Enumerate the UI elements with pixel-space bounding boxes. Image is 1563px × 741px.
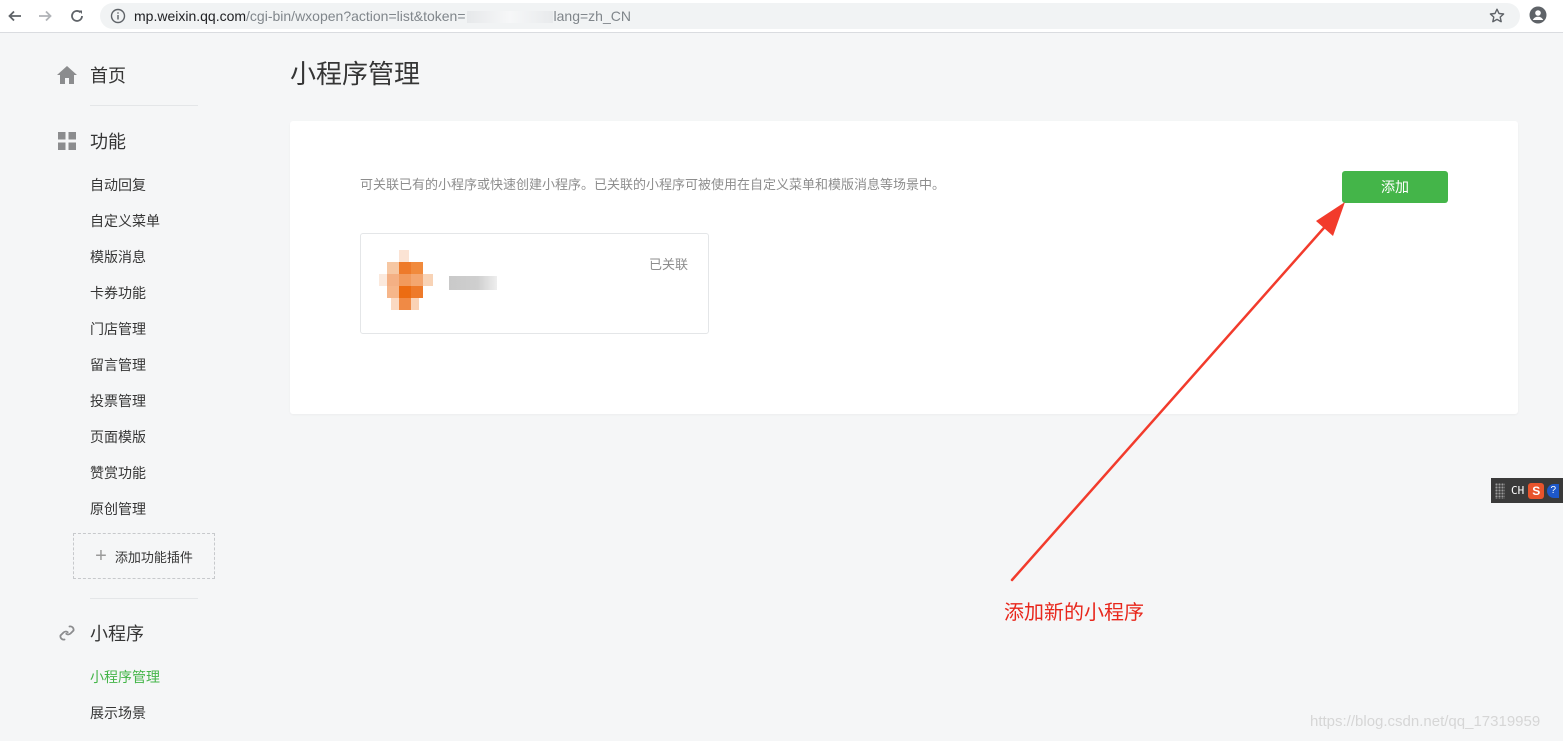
- sidebar-item-page-template[interactable]: 页面模版: [90, 427, 146, 447]
- sogou-logo-icon[interactable]: S: [1528, 482, 1545, 499]
- reload-icon: [71, 10, 83, 22]
- drag-handle-icon[interactable]: [1495, 482, 1505, 499]
- url-path: /cgi-bin/wxopen?action=list&token=: [246, 8, 466, 24]
- annotation-text: 添加新的小程序: [1004, 602, 1144, 624]
- sidebar-home-label: 首页: [90, 66, 126, 86]
- forward-button[interactable]: [34, 5, 56, 27]
- sidebar-divider: [90, 105, 198, 106]
- sidebar-item-template-message[interactable]: 模版消息: [90, 247, 146, 267]
- url-host: mp.weixin.qq.com: [134, 8, 247, 24]
- grid-icon: [56, 130, 78, 152]
- url-redacted: [466, 11, 553, 24]
- arrow-right-icon: [39, 10, 52, 22]
- sidebar-item-vote[interactable]: 投票管理: [90, 391, 146, 411]
- sidebar-item-comments[interactable]: 留言管理: [90, 355, 146, 375]
- url-text: mp.weixin.qq.com/cgi-bin/wxopen?action=l…: [134, 8, 631, 24]
- linked-status-label: 已关联: [648, 257, 688, 272]
- plus-icon: +: [95, 545, 107, 567]
- sidebar-item-auto-reply[interactable]: 自动回复: [90, 175, 146, 195]
- browser-toolbar: mp.weixin.qq.com/cgi-bin/wxopen?action=l…: [0, 0, 1563, 33]
- miniprogram-card: 可关联已有的小程序或快速创建小程序。已关联的小程序可被使用在自定义菜单和模版消息…: [290, 121, 1518, 414]
- add-miniprogram-button[interactable]: 添加: [1342, 171, 1448, 203]
- sidebar-item-home[interactable]: 首页: [56, 62, 126, 88]
- arrow-left-icon: [8, 10, 21, 22]
- home-icon: [56, 64, 78, 86]
- address-bar[interactable]: mp.weixin.qq.com/cgi-bin/wxopen?action=l…: [100, 3, 1520, 29]
- sidebar-functions-label: 功能: [90, 132, 126, 152]
- url-tail: lang=zh_CN: [553, 8, 631, 24]
- add-plugin-label: 添加功能插件: [114, 549, 193, 565]
- ime-toolbar[interactable]: CH S ?: [1491, 478, 1563, 503]
- sidebar-divider: [90, 598, 198, 599]
- help-icon[interactable]: ?: [1547, 483, 1560, 498]
- star-icon[interactable]: [1488, 7, 1506, 25]
- info-icon[interactable]: [110, 8, 126, 24]
- watermark: https://blog.csdn.net/qq_17319959: [1310, 713, 1541, 730]
- sidebar-section-functions: 功能: [56, 128, 126, 154]
- sidebar-miniprogram-label: 小程序: [90, 624, 144, 644]
- sidebar-item-custom-menu[interactable]: 自定义菜单: [90, 211, 160, 231]
- page-title: 小程序管理: [290, 59, 421, 89]
- reload-button[interactable]: [66, 5, 88, 27]
- sidebar: 首页 功能 自动回复 自定义菜单 模版消息 卡券功能 门店管理 留言管理 投票管…: [0, 34, 260, 741]
- sidebar-item-miniprogram-manage[interactable]: 小程序管理: [90, 667, 160, 687]
- sidebar-item-original[interactable]: 原创管理: [90, 499, 146, 519]
- ime-language[interactable]: CH: [1511, 484, 1524, 497]
- add-plugin-button[interactable]: + 添加功能插件: [73, 533, 215, 579]
- sidebar-item-store[interactable]: 门店管理: [90, 319, 146, 339]
- miniprogram-avatar: [375, 250, 439, 314]
- sidebar-item-reward[interactable]: 赞赏功能: [90, 463, 146, 483]
- link-icon: [56, 622, 78, 644]
- sidebar-item-card-coupon[interactable]: 卡券功能: [90, 283, 146, 303]
- sidebar-section-miniprogram: 小程序: [56, 620, 144, 646]
- intro-text: 可关联已有的小程序或快速创建小程序。已关联的小程序可被使用在自定义菜单和模版消息…: [360, 177, 946, 192]
- linked-miniprogram-item[interactable]: 已关联: [360, 233, 709, 334]
- miniprogram-name-redacted: [449, 276, 497, 290]
- sidebar-item-display-scene[interactable]: 展示场景: [90, 703, 146, 723]
- account-icon[interactable]: [1529, 6, 1547, 24]
- back-button[interactable]: [4, 5, 26, 27]
